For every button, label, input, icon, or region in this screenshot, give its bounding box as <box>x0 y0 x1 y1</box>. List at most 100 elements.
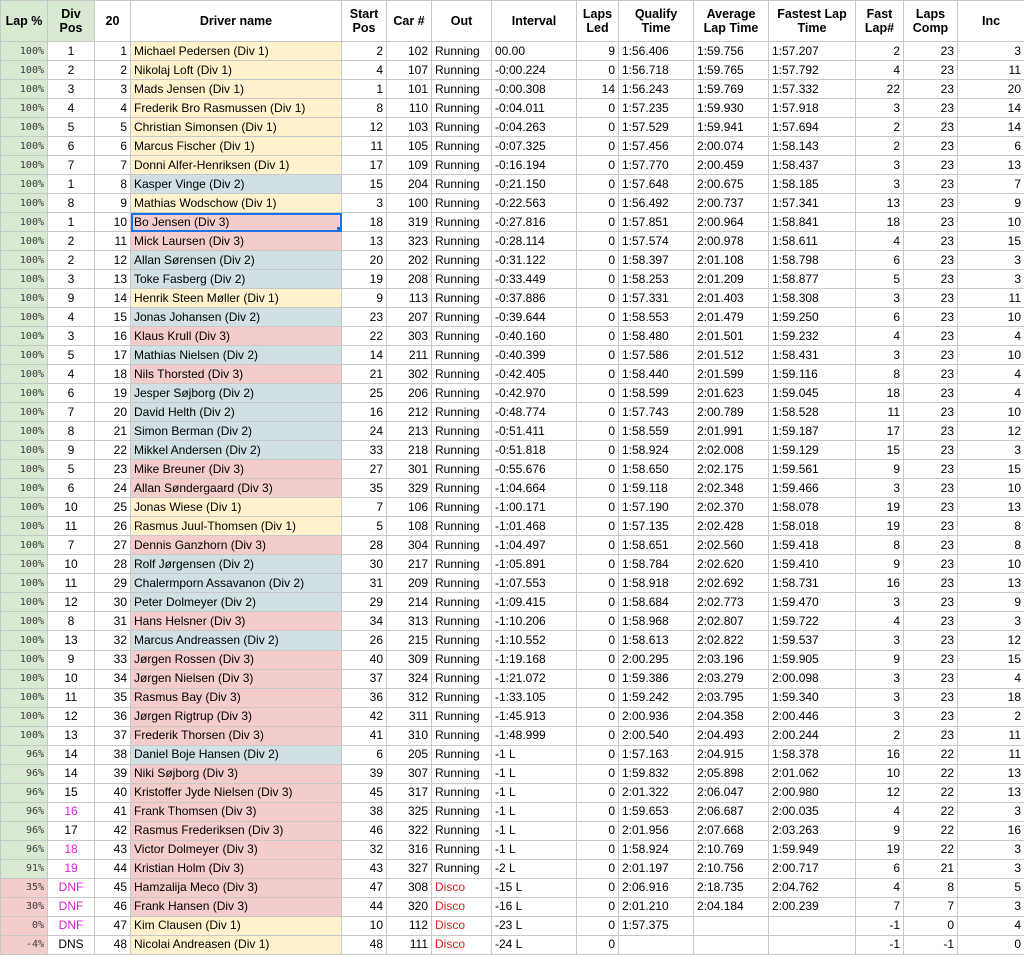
fastest-lap-cell[interactable]: 1:59.418 <box>768 535 856 556</box>
div-pos-cell[interactable]: 9 <box>47 440 95 461</box>
inc-cell[interactable]: 11 <box>957 725 1024 746</box>
start-pos-cell[interactable]: 28 <box>341 535 387 556</box>
qualify-time-cell[interactable]: 1:58.968 <box>618 611 694 632</box>
table-row[interactable]: 100% 10 25 Jonas Wiese (Div 1) 7 106 Running -1… <box>0 497 1024 518</box>
inc-cell[interactable]: 4 <box>957 364 1024 385</box>
fast-lap-number-cell[interactable]: 13 <box>855 193 904 214</box>
div-pos-cell[interactable]: 12 <box>47 592 95 613</box>
fastest-lap-cell[interactable]: 1:58.731 <box>768 573 856 594</box>
laps-comp-cell[interactable]: 23 <box>903 687 958 708</box>
laps-comp-cell[interactable]: 23 <box>903 592 958 613</box>
interval-cell[interactable]: -1 L <box>491 801 577 822</box>
lap-pct-cell[interactable]: 100% <box>0 40 48 62</box>
fast-lap-number-cell[interactable]: 10 <box>855 763 904 784</box>
laps-led-cell[interactable]: 0 <box>576 877 619 898</box>
average-lap-cell[interactable]: 1:59.769 <box>693 79 769 100</box>
header-car-number[interactable]: Car # <box>386 0 432 42</box>
fastest-lap-cell[interactable]: 1:59.722 <box>768 611 856 632</box>
fast-lap-number-cell[interactable]: 5 <box>855 269 904 290</box>
div-pos-cell[interactable]: 18 <box>47 839 95 860</box>
car-number-cell[interactable]: 212 <box>386 402 432 423</box>
fastest-lap-cell[interactable]: 1:57.207 <box>768 40 856 62</box>
laps-comp-cell[interactable]: 7 <box>903 896 958 917</box>
qualify-time-cell[interactable]: 1:58.397 <box>618 250 694 271</box>
status-cell[interactable]: Running <box>431 649 492 670</box>
overall-pos-cell[interactable]: 12 <box>94 250 131 271</box>
inc-cell[interactable]: 3 <box>957 250 1024 271</box>
fastest-lap-cell[interactable]: 1:58.528 <box>768 402 856 423</box>
div-pos-cell[interactable]: 8 <box>47 193 95 214</box>
car-number-cell[interactable]: 320 <box>386 896 432 917</box>
laps-led-cell[interactable]: 0 <box>576 592 619 613</box>
qualify-time-cell[interactable]: 1:58.253 <box>618 269 694 290</box>
interval-cell[interactable]: -1 L <box>491 820 577 841</box>
header-interval[interactable]: Interval <box>491 0 577 42</box>
fast-lap-number-cell[interactable]: 2 <box>855 117 904 138</box>
fast-lap-number-cell[interactable]: 9 <box>855 820 904 841</box>
interval-cell[interactable]: -1 L <box>491 763 577 784</box>
start-pos-cell[interactable]: 36 <box>341 687 387 708</box>
lap-pct-cell[interactable]: 100% <box>0 440 48 461</box>
fast-lap-number-cell[interactable]: 4 <box>855 231 904 252</box>
laps-led-cell[interactable]: 0 <box>576 326 619 347</box>
div-pos-cell[interactable]: 9 <box>47 288 95 309</box>
lap-pct-cell[interactable]: 100% <box>0 307 48 328</box>
driver-name-cell[interactable]: Kim Clausen (Div 1) <box>130 915 342 936</box>
status-cell[interactable]: Running <box>431 345 492 366</box>
driver-name-cell[interactable]: Kasper Vinge (Div 2) <box>130 174 342 195</box>
start-pos-cell[interactable]: 31 <box>341 573 387 594</box>
fastest-lap-cell[interactable]: 1:59.561 <box>768 459 856 480</box>
laps-led-cell[interactable]: 0 <box>576 307 619 328</box>
fast-lap-number-cell[interactable]: 4 <box>855 801 904 822</box>
status-cell[interactable]: Running <box>431 193 492 214</box>
start-pos-cell[interactable]: 44 <box>341 896 387 917</box>
car-number-cell[interactable]: 327 <box>386 858 432 879</box>
interval-cell[interactable]: -1:10.206 <box>491 611 577 632</box>
div-pos-cell[interactable]: 4 <box>47 364 95 385</box>
inc-cell[interactable]: 18 <box>957 687 1024 708</box>
table-row[interactable]: 100% 4 15 Jonas Johansen (Div 2) 23 207 Runnin… <box>0 307 1024 328</box>
lap-pct-cell[interactable]: 100% <box>0 725 48 746</box>
average-lap-cell[interactable]: 2:02.822 <box>693 630 769 651</box>
lap-pct-cell[interactable]: 100% <box>0 79 48 100</box>
fastest-lap-cell[interactable]: 1:59.470 <box>768 592 856 613</box>
table-row[interactable]: 100% 8 21 Simon Berman (Div 2) 24 213 Running -… <box>0 421 1024 442</box>
qualify-time-cell[interactable]: 1:57.648 <box>618 174 694 195</box>
status-cell[interactable]: Running <box>431 212 492 233</box>
overall-pos-cell[interactable]: 4 <box>94 98 131 119</box>
table-row[interactable]: 100% 10 28 Rolf Jørgensen (Div 2) 30 217 Runni… <box>0 554 1024 575</box>
header-start-pos[interactable]: Start Pos <box>341 0 387 42</box>
fastest-lap-cell[interactable]: 2:01.062 <box>768 763 856 784</box>
inc-cell[interactable]: 0 <box>957 934 1024 955</box>
qualify-time-cell[interactable]: 2:00.295 <box>618 649 694 670</box>
status-cell[interactable]: Running <box>431 364 492 385</box>
average-lap-cell[interactable]: 2:00.459 <box>693 155 769 176</box>
fast-lap-number-cell[interactable]: 8 <box>855 535 904 556</box>
fastest-lap-cell[interactable]: 1:58.078 <box>768 497 856 518</box>
interval-cell[interactable]: -0:37.886 <box>491 288 577 309</box>
inc-cell[interactable]: 13 <box>957 782 1024 803</box>
car-number-cell[interactable]: 215 <box>386 630 432 651</box>
lap-pct-cell[interactable]: 96% <box>0 839 48 860</box>
average-lap-cell[interactable]: 1:59.941 <box>693 117 769 138</box>
div-pos-cell[interactable]: 4 <box>47 307 95 328</box>
driver-name-cell[interactable]: Klaus Krull (Div 3) <box>130 326 342 347</box>
lap-pct-cell[interactable]: 100% <box>0 383 48 404</box>
qualify-time-cell[interactable]: 1:58.440 <box>618 364 694 385</box>
driver-name-cell[interactable]: Nicolai Andreasen (Div 1) <box>130 934 342 955</box>
average-lap-cell[interactable]: 2:01.108 <box>693 250 769 271</box>
div-pos-cell[interactable]: 10 <box>47 497 95 518</box>
qualify-time-cell[interactable]: 1:57.235 <box>618 98 694 119</box>
average-lap-cell[interactable]: 2:04.358 <box>693 706 769 727</box>
lap-pct-cell[interactable]: 100% <box>0 630 48 651</box>
car-number-cell[interactable]: 307 <box>386 763 432 784</box>
lap-pct-cell[interactable]: 100% <box>0 193 48 214</box>
laps-comp-cell[interactable]: 23 <box>903 136 958 157</box>
header-lap-pct[interactable]: Lap % <box>0 0 48 42</box>
laps-led-cell[interactable]: 0 <box>576 345 619 366</box>
car-number-cell[interactable]: 301 <box>386 459 432 480</box>
qualify-time-cell[interactable]: 2:01.210 <box>618 896 694 917</box>
average-lap-cell[interactable] <box>693 934 769 955</box>
lap-pct-cell[interactable]: 0% <box>0 915 48 936</box>
lap-pct-cell[interactable]: 100% <box>0 402 48 423</box>
